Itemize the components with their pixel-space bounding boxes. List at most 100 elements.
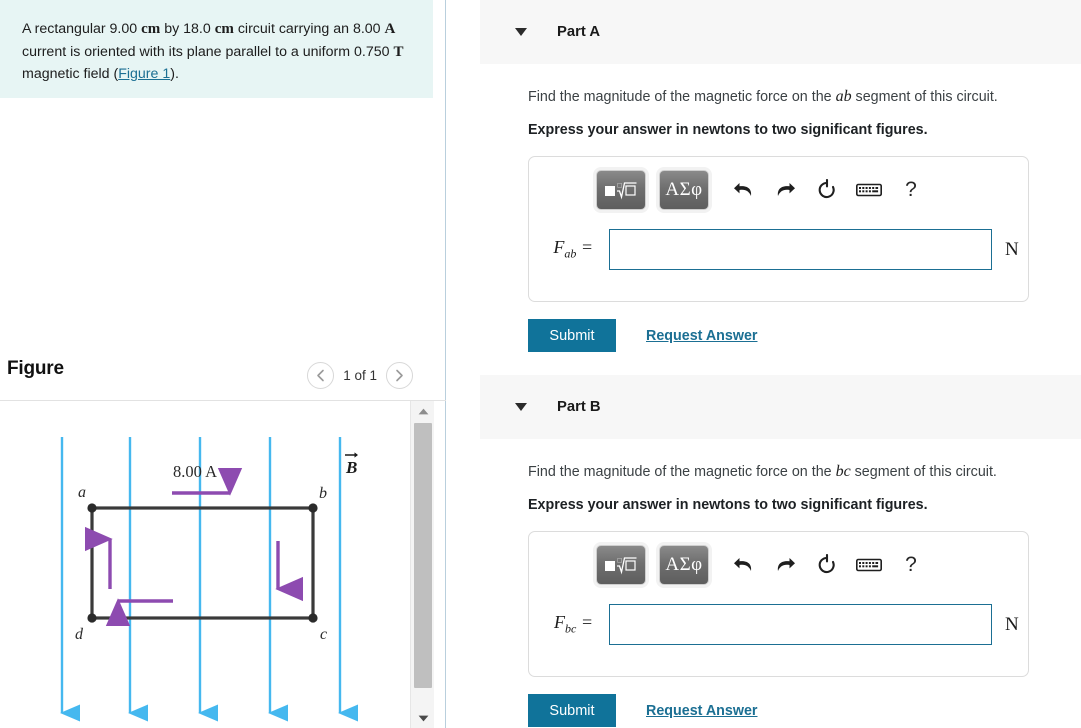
problem-text-circuit: circuit carrying an	[233, 21, 353, 37]
part-b-variable-label: Fbc =	[529, 612, 602, 637]
variable-subscript: bc	[565, 621, 577, 636]
part-b-body: Find the magnitude of the magnetic force…	[447, 439, 1081, 727]
undo-arrow-icon	[733, 183, 751, 196]
nth-root-template-icon: □	[605, 182, 637, 200]
scrollbar-down-button[interactable]	[411, 708, 435, 728]
keyboard-icon[interactable]	[848, 545, 890, 585]
label-b: b	[319, 485, 327, 502]
part-a-body: Find the magnitude of the magnetic force…	[447, 64, 1081, 352]
reset-circular-arrow-icon	[818, 179, 835, 198]
question-suffix: segment of this circuit.	[851, 89, 998, 105]
part-block-a: Part A Find the magnitude of the magneti…	[447, 0, 1081, 352]
right-panel: Part A Find the magnitude of the magneti…	[447, 0, 1081, 728]
part-b-unit-label: N	[1005, 613, 1019, 635]
part-b-label: Part B	[557, 399, 601, 415]
left-panel: A rectangular 9.00 cm by 18.0 cm circuit…	[0, 0, 446, 728]
part-b-question: Find the magnitude of the magnetic force…	[528, 460, 1081, 484]
part-b-answer-panel: □ ΑΣφ ? Fbc = N	[528, 531, 1029, 677]
figure-title: Figure	[7, 358, 64, 379]
figure-pagination: 1 of 1	[307, 362, 413, 389]
figure-scrollbar[interactable]	[410, 401, 434, 728]
part-b-header[interactable]: Part B	[480, 375, 1081, 439]
part-a-header[interactable]: Part A	[480, 0, 1081, 64]
node-b	[308, 503, 318, 513]
segment-name: bc	[835, 463, 851, 480]
undo-icon[interactable]	[722, 170, 764, 210]
question-prefix: Find the magnitude of the magnetic force…	[528, 464, 836, 480]
figure-canvas: a b c d 8.00 A B	[0, 401, 410, 728]
math-template-button[interactable]: □	[596, 545, 646, 585]
figure-page-indicator: 1 of 1	[343, 368, 377, 383]
part-b-answer-row: Fbc = N	[529, 604, 1030, 645]
part-a-answer-row: Fab = N	[529, 229, 1030, 270]
part-b-math-toolbar: □ ΑΣφ ?	[596, 545, 932, 585]
question-prefix: Find the magnitude of the magnetic force…	[528, 89, 836, 105]
dimension-1-unit: cm	[141, 21, 161, 37]
part-a-request-answer-link[interactable]: Request Answer	[646, 328, 758, 344]
reset-circular-arrow-icon	[818, 554, 835, 573]
part-a-instruction: Express your answer in newtons to two si…	[528, 122, 928, 138]
part-a-answer-panel: □ ΑΣφ ? Fab = N	[528, 156, 1029, 302]
scrollbar-thumb[interactable]	[414, 423, 432, 688]
chevron-right-icon	[396, 369, 403, 382]
part-a-answer-input[interactable]	[609, 229, 992, 270]
problem-text-1: A rectangular	[22, 21, 110, 37]
b-field-label: B	[345, 452, 358, 477]
nth-root-template-icon: □	[605, 557, 637, 575]
label-c: c	[320, 626, 327, 643]
help-icon[interactable]: ?	[890, 170, 932, 210]
label-d: d	[75, 626, 84, 643]
label-a: a	[78, 484, 86, 501]
part-b-answer-input[interactable]	[609, 604, 992, 645]
part-b-request-answer-link[interactable]: Request Answer	[646, 703, 758, 719]
onscreen-keyboard-icon	[856, 183, 882, 197]
help-icon[interactable]: ?	[890, 545, 932, 585]
part-block-b: Part B Find the magnitude of the magneti…	[447, 375, 1081, 727]
reset-icon[interactable]	[806, 545, 848, 585]
redo-arrow-icon	[777, 183, 795, 196]
greek-symbols-button[interactable]: ΑΣφ	[659, 170, 709, 210]
figure-next-button[interactable]	[386, 362, 413, 389]
circuit-diagram: a b c d 8.00 A B	[60, 437, 359, 722]
node-c	[308, 613, 318, 623]
math-template-button[interactable]: □	[596, 170, 646, 210]
triangle-up-icon	[418, 408, 428, 414]
part-a-math-toolbar: □ ΑΣφ ?	[596, 170, 932, 210]
current-label: 8.00 A	[173, 462, 217, 481]
redo-arrow-icon	[777, 558, 795, 571]
part-b-actions: Submit Request Answer	[528, 694, 1081, 727]
redo-icon[interactable]	[764, 545, 806, 585]
figure-prev-button[interactable]	[307, 362, 335, 389]
current-unit: A	[384, 21, 396, 37]
variable-symbol: F	[553, 237, 565, 258]
part-a-actions: Submit Request Answer	[528, 319, 1081, 352]
problem-text-middle: current is oriented with its plane paral…	[22, 43, 354, 60]
reset-icon[interactable]	[806, 170, 848, 210]
figure-link[interactable]: Figure 1	[118, 66, 170, 82]
redo-icon[interactable]	[764, 170, 806, 210]
collapse-caret-icon[interactable]	[515, 403, 527, 411]
current-value: 8.00	[352, 21, 381, 37]
segment-name: ab	[835, 88, 852, 105]
undo-arrow-icon	[733, 558, 751, 571]
part-b-instruction: Express your answer in newtons to two si…	[528, 497, 928, 513]
collapse-caret-icon[interactable]	[515, 28, 527, 36]
part-a-unit-label: N	[1005, 238, 1019, 260]
problem-page: A rectangular 9.00 cm by 18.0 cm circuit…	[0, 0, 1081, 728]
chevron-left-icon	[317, 369, 325, 382]
part-a-variable-label: Fab =	[529, 237, 602, 262]
triangle-down-icon	[418, 715, 428, 721]
part-b-submit-button[interactable]: Submit	[528, 694, 616, 727]
dimension-2: 18.0	[183, 21, 211, 37]
problem-text-by: by	[160, 21, 184, 37]
scrollbar-up-button[interactable]	[411, 401, 435, 421]
keyboard-icon[interactable]	[848, 170, 890, 210]
node-d	[87, 613, 97, 623]
field-value: 0.750	[354, 43, 390, 60]
part-a-submit-button[interactable]: Submit	[528, 319, 616, 352]
svg-text:□: □	[618, 557, 623, 565]
part-a-label: Part A	[557, 24, 601, 40]
undo-icon[interactable]	[722, 545, 764, 585]
greek-symbols-button[interactable]: ΑΣφ	[659, 545, 709, 585]
svg-text:B: B	[345, 458, 357, 477]
